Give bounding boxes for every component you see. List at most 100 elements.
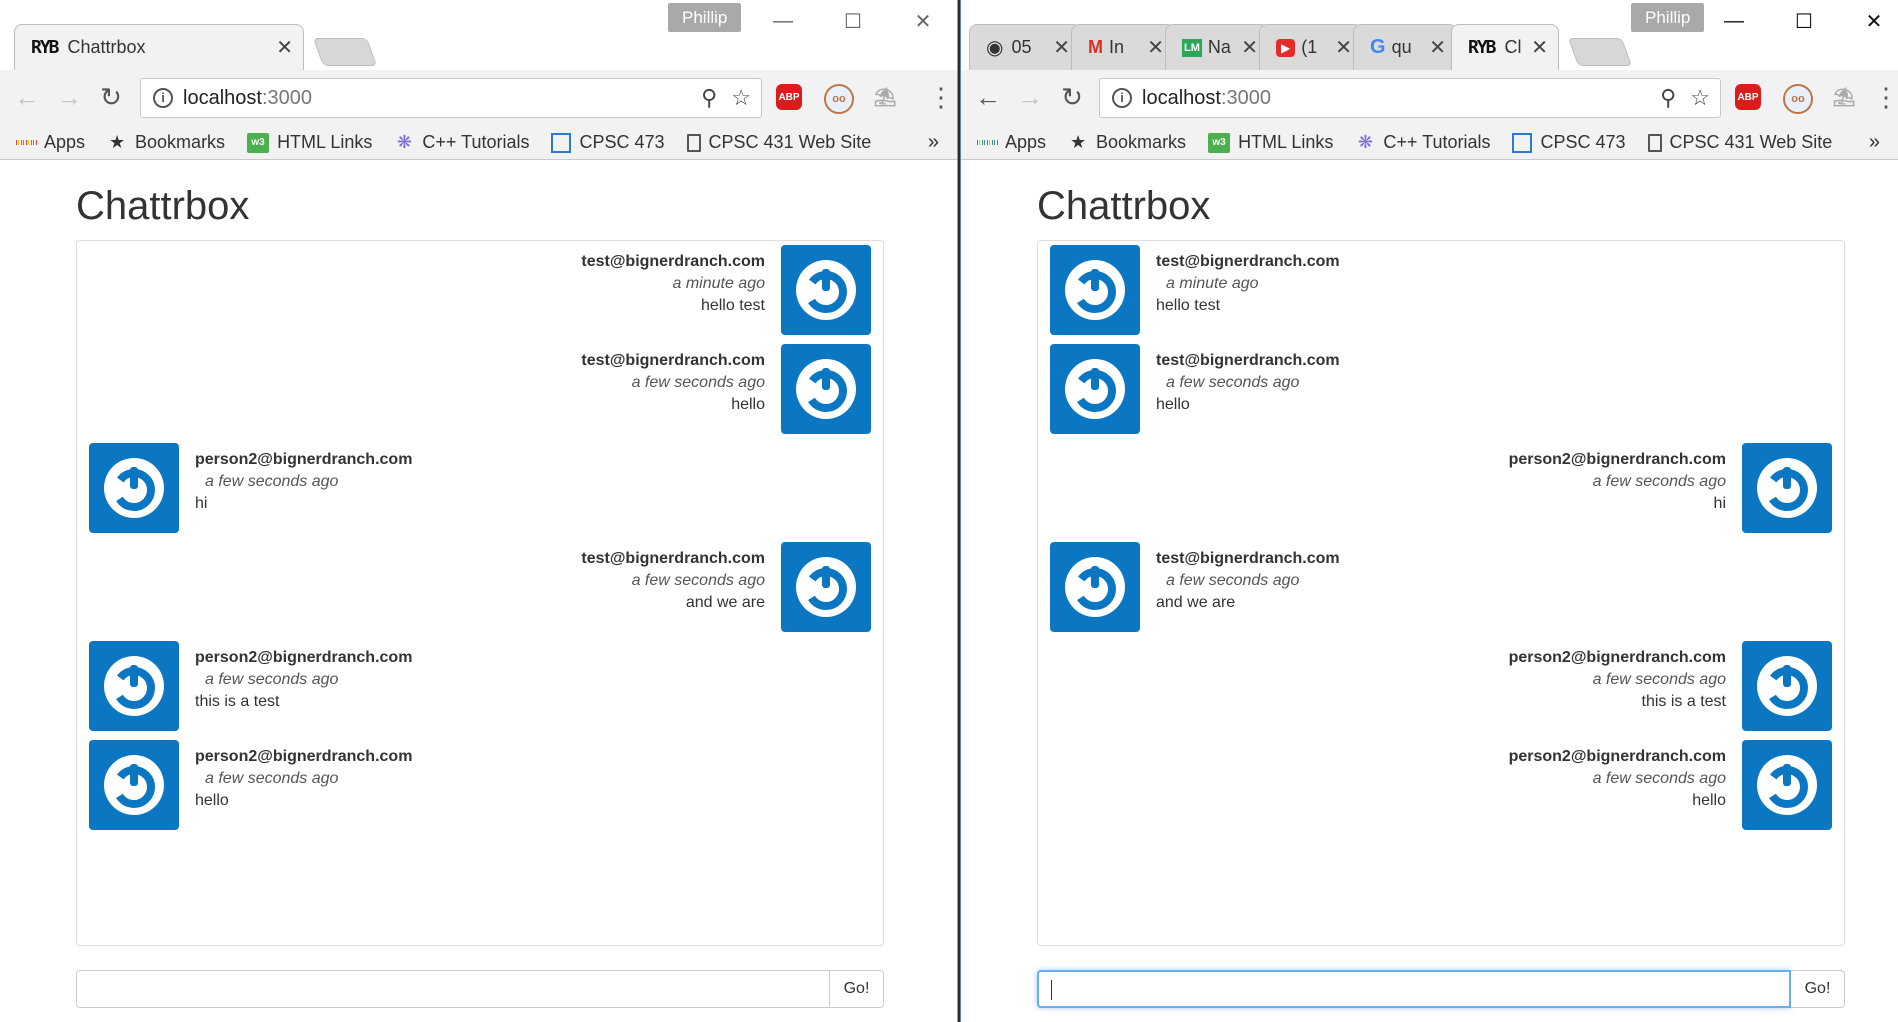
browser-window-right: Phillip — ☐ ✕ ◉ 05 ✕ M In ✕ LM Na ✕ ▶ (1…	[960, 0, 1898, 1022]
address-bar[interactable]: i localhost:3000 ⚲ ☆	[140, 78, 762, 118]
extension-icon[interactable]: oo	[1783, 84, 1813, 114]
message-email: person2@bignerdranch.com	[195, 649, 413, 666]
page-content: Chattrbox test@bignerdranch.com a minute …	[0, 160, 957, 1022]
menu-icon[interactable]: ⋮	[1873, 82, 1898, 112]
message-body: test@bignerdranch.com a few seconds ago an…	[581, 548, 765, 614]
message-input[interactable]	[76, 970, 830, 1008]
message-text: hello	[195, 792, 229, 809]
info-icon[interactable]: i	[1112, 88, 1132, 108]
extension-icon[interactable]: oo	[824, 84, 854, 114]
bookmark-html-links[interactable]: w3 HTML Links	[1208, 132, 1333, 153]
back-icon[interactable]: ←	[12, 82, 42, 112]
tab-lm[interactable]: LM Na ✕	[1165, 24, 1269, 70]
bookmark-apps[interactable]: Apps	[977, 132, 1046, 153]
message-time: a few seconds ago	[631, 374, 765, 391]
menu-icon[interactable]: ⋮	[928, 82, 954, 112]
tab-google[interactable]: G qu ✕	[1353, 24, 1457, 70]
document-icon	[1647, 133, 1662, 152]
profile-button[interactable]: Phillip	[668, 3, 742, 32]
apps-icon	[16, 133, 36, 153]
close-icon[interactable]: ✕	[888, 6, 957, 36]
message-email: person2@bignerdranch.com	[1508, 451, 1726, 468]
reload-icon[interactable]: ↻	[96, 82, 126, 112]
message-item: person2@bignerdranch.com a few seconds ag…	[89, 740, 871, 830]
maximize-icon[interactable]: ☐	[818, 6, 888, 36]
tab-close-icon[interactable]: ✕	[1335, 35, 1352, 60]
message-text: hi	[1713, 495, 1726, 512]
message-item: test@bignerdranch.com a minute ago hello t…	[1050, 245, 1832, 335]
tab-close-icon[interactable]: ✕	[276, 35, 293, 60]
message-text: hello	[1156, 396, 1190, 413]
message-email: test@bignerdranch.com	[1156, 550, 1340, 567]
calendar-icon	[1512, 132, 1533, 153]
tab-close-icon[interactable]: ✕	[1147, 35, 1164, 60]
tab-close-icon[interactable]: ✕	[1241, 35, 1258, 60]
bookmark-cpp-tutorials[interactable]: ❋ C++ Tutorials	[1355, 132, 1491, 153]
bookmark-cpsc-431[interactable]: CPSC 431 Web Site	[686, 132, 871, 153]
message-email: person2@bignerdranch.com	[1508, 748, 1726, 765]
info-icon[interactable]: i	[153, 88, 173, 108]
toolbar: ← → ↻ i localhost:3000 ⚲ ☆ ABP oo ⛱ ⋮	[961, 70, 1898, 126]
zoom-icon[interactable]: ⚲	[701, 85, 717, 111]
reload-icon[interactable]: ↻	[1057, 82, 1087, 112]
tab-strip: Phillip — ☐ ✕ ◉ 05 ✕ M In ✕ LM Na ✕ ▶ (1…	[961, 0, 1898, 70]
bookmark-cpsc-473[interactable]: CPSC 473	[1512, 132, 1626, 153]
message-email: person2@bignerdranch.com	[1508, 649, 1726, 666]
bookmarks-overflow-icon[interactable]: »	[1869, 131, 1880, 154]
message-time: a few seconds ago	[205, 473, 339, 490]
send-button[interactable]: Go!	[1791, 970, 1845, 1008]
maximize-icon[interactable]: ☐	[1769, 6, 1839, 36]
bookmark-bookmarks[interactable]: ★ Bookmarks	[107, 132, 225, 153]
bookmark-cpsc-473[interactable]: CPSC 473	[551, 132, 665, 153]
new-tab-button[interactable]	[1567, 38, 1633, 66]
bookmark-cpsc-431[interactable]: CPSC 431 Web Site	[1647, 132, 1832, 153]
minimize-icon[interactable]: —	[1699, 6, 1769, 36]
google-icon: G	[1370, 36, 1386, 58]
profile-button[interactable]: Phillip	[1631, 3, 1705, 32]
bookmark-label: Bookmarks	[1096, 132, 1187, 152]
bookmark-apps[interactable]: Apps	[16, 132, 85, 153]
avatar-power-icon	[781, 542, 871, 632]
tab-youtube[interactable]: ▶ (1 ✕	[1259, 24, 1363, 70]
adblock-icon[interactable]: ABP	[776, 84, 802, 110]
send-button[interactable]: Go!	[830, 970, 884, 1008]
zoom-icon[interactable]: ⚲	[1660, 85, 1676, 111]
message-email: person2@bignerdranch.com	[195, 748, 413, 765]
forward-icon[interactable]: →	[1015, 82, 1045, 112]
avatar-power-icon	[1742, 740, 1832, 830]
tab-github[interactable]: ◉ 05 ✕	[969, 24, 1081, 70]
tab-gmail[interactable]: M In ✕	[1071, 24, 1175, 70]
message-list: test@bignerdranch.com a minute ago hello t…	[76, 240, 884, 946]
message-input[interactable]	[1037, 970, 1791, 1008]
adblock-icon[interactable]: ABP	[1735, 84, 1761, 110]
bookmark-html-links[interactable]: w3 HTML Links	[247, 132, 372, 153]
page-title: Chattrbox	[76, 184, 250, 228]
tab-close-icon[interactable]: ✕	[1429, 35, 1446, 60]
address-bar[interactable]: i localhost:3000 ⚲ ☆	[1099, 78, 1721, 118]
palm-extension-icon[interactable]: ⛱	[872, 84, 898, 110]
tab-chattrbox[interactable]: RYB Chattrbox ✕	[14, 24, 304, 70]
message-item: person2@bignerdranch.com a few seconds ag…	[89, 443, 871, 533]
tab-title: 05	[1011, 37, 1032, 57]
bookmark-bookmarks[interactable]: ★ Bookmarks	[1068, 132, 1186, 153]
message-time: a few seconds ago	[1592, 473, 1726, 490]
tab-chattrbox[interactable]: RYB Cl ✕	[1451, 24, 1559, 70]
minimize-icon[interactable]: —	[748, 6, 818, 36]
bookmark-cpp-tutorials[interactable]: ❋ C++ Tutorials	[394, 132, 530, 153]
tab-close-icon[interactable]: ✕	[1053, 35, 1070, 60]
back-icon[interactable]: ←	[973, 82, 1003, 112]
close-icon[interactable]: ✕	[1839, 6, 1898, 36]
bookmark-label: Apps	[1005, 132, 1047, 152]
bookmarks-overflow-icon[interactable]: »	[928, 131, 939, 154]
forward-icon[interactable]: →	[54, 82, 84, 112]
tab-close-icon[interactable]: ✕	[1531, 35, 1548, 60]
tab-title: (1	[1301, 37, 1318, 57]
star-icon[interactable]: ☆	[1690, 85, 1710, 111]
message-body: test@bignerdranch.com a few seconds ago he…	[1156, 350, 1340, 416]
new-tab-button[interactable]	[312, 38, 378, 66]
palm-extension-icon[interactable]: ⛱	[1831, 84, 1857, 110]
tab-title: Chattrbox	[67, 37, 146, 57]
tab-strip: Phillip — ☐ ✕ RYB Chattrbox ✕	[0, 0, 957, 70]
star-icon[interactable]: ☆	[731, 85, 751, 111]
avatar-power-icon	[781, 245, 871, 335]
